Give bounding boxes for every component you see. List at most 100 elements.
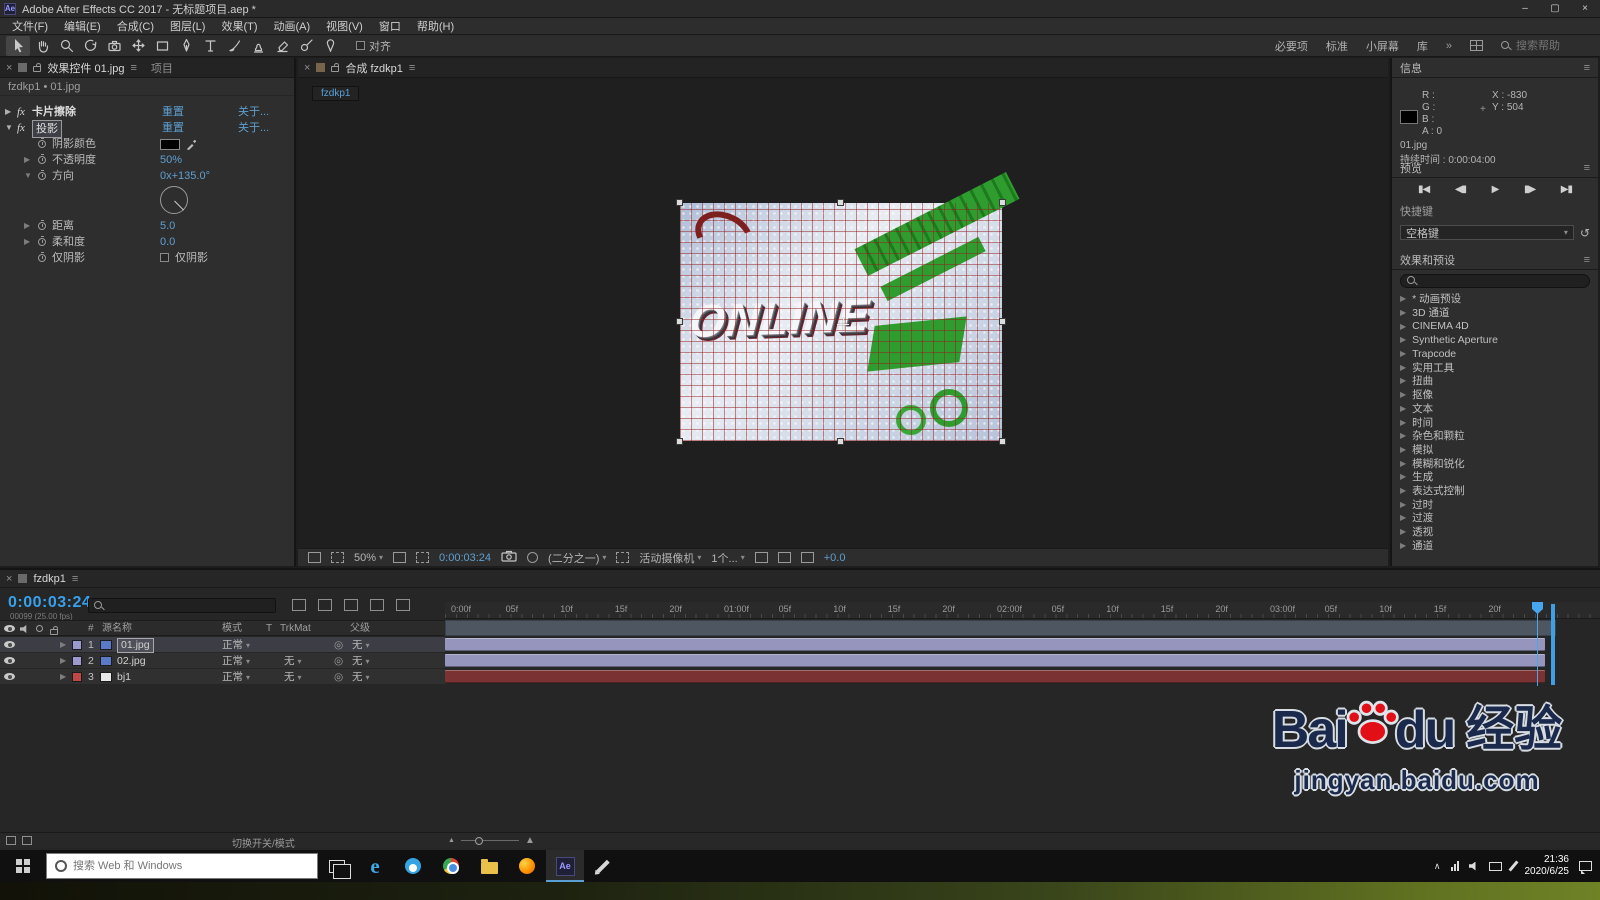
action-center-icon[interactable] — [1579, 861, 1592, 874]
blend-mode-select[interactable]: 正常 ▾ — [222, 653, 250, 670]
layer-expander-icon[interactable]: ▶ — [60, 653, 66, 669]
unified-camera-tool[interactable] — [102, 36, 126, 56]
taskbar-clock[interactable]: 21:36 2020/6/25 — [1525, 854, 1570, 878]
viewer-comp-tab[interactable]: fzdkp1 — [312, 86, 360, 101]
layer-row-bj1[interactable]: ▶ 3 bj1 正常 ▾ 无 ▾ ◎ 无 ▾ — [0, 669, 445, 685]
panel-menu-icon[interactable]: ≡ — [72, 573, 78, 585]
timeline-comp-tab[interactable]: fzdkp1 — [33, 573, 65, 585]
preset-category[interactable]: ▶ Trapcode — [1392, 347, 1598, 361]
layer-duration-bar[interactable] — [445, 638, 1545, 651]
shy-layers-icon[interactable] — [22, 836, 32, 845]
layer-label-chip[interactable] — [72, 672, 82, 682]
visibility-eye-icon[interactable] — [4, 641, 15, 648]
composition-viewer[interactable]: fzdkp1 ONLINE — [298, 78, 1388, 548]
layer-label-chip[interactable] — [72, 656, 82, 666]
preset-category[interactable]: ▶ 通道 — [1392, 538, 1598, 552]
menu-item[interactable]: 视图(V) — [318, 18, 371, 34]
softness-value[interactable]: 0.0 — [160, 234, 175, 250]
active-camera-select[interactable]: 活动摄像机 ▾ — [639, 550, 701, 566]
distance-value[interactable]: 5.0 — [160, 218, 175, 234]
pen-input-icon[interactable] — [1507, 860, 1519, 872]
chrome-app-icon[interactable] — [432, 850, 470, 882]
file-explorer-icon[interactable] — [470, 850, 508, 882]
expander-icon[interactable]: ▶ — [24, 218, 30, 234]
pickwhip-icon[interactable]: ◎ — [334, 653, 343, 669]
panel-close-icon[interactable]: × — [6, 62, 12, 74]
menu-item[interactable]: 编辑(E) — [56, 18, 109, 34]
shortcut-select[interactable]: 空格键 ▾ — [1400, 225, 1574, 240]
stopwatch-icon[interactable] — [38, 220, 46, 230]
pen-tool[interactable] — [174, 36, 198, 56]
pencil-app-icon[interactable] — [584, 850, 622, 882]
blend-mode-select[interactable]: 正常 ▾ — [222, 637, 250, 654]
timeline-button-icon[interactable] — [800, 552, 814, 563]
preset-category[interactable]: ▶ 模拟 — [1392, 443, 1598, 457]
trkmat-select[interactable]: 无 ▾ — [284, 669, 302, 686]
selection-handle[interactable] — [999, 199, 1006, 206]
help-search[interactable] — [1501, 39, 1586, 52]
tray-chevron-icon[interactable]: ∧ — [1434, 861, 1441, 872]
selection-handle[interactable] — [999, 318, 1006, 325]
workspace-overflow-button[interactable]: » — [1446, 40, 1452, 52]
ruler-grid-icon[interactable] — [393, 552, 407, 563]
panel-close-icon[interactable]: × — [304, 62, 310, 74]
hand-tool[interactable] — [30, 36, 54, 56]
view-layout-select[interactable]: 1个... ▾ — [711, 550, 744, 566]
shadow-color-swatch[interactable] — [160, 139, 180, 150]
layer-name[interactable]: bj1 — [117, 669, 131, 685]
expander-icon[interactable]: ▶ — [5, 104, 11, 120]
graph-editor-icon[interactable] — [396, 599, 410, 611]
direction-value[interactable]: 0x+135.0° — [160, 168, 210, 184]
close-button[interactable]: × — [1570, 0, 1600, 17]
stopwatch-icon[interactable] — [38, 170, 46, 180]
exposure-value[interactable]: +0.0 — [824, 552, 846, 564]
preset-category[interactable]: ▶ * 动画预设 — [1392, 292, 1598, 306]
timeline-search[interactable] — [88, 598, 276, 613]
presets-search-input[interactable] — [1422, 275, 1542, 287]
preset-category[interactable]: ▶ 3D 通道 — [1392, 306, 1598, 320]
shape-tool[interactable] — [150, 36, 174, 56]
first-frame-button[interactable]: ▮◀ — [1418, 184, 1430, 195]
fx-badge[interactable]: fx — [17, 120, 25, 136]
composition-flowchart-icon[interactable] — [292, 599, 306, 611]
preset-category[interactable]: ▶ 过时 — [1392, 497, 1598, 511]
clone-stamp-tool[interactable] — [246, 36, 270, 56]
help-search-input[interactable] — [1516, 39, 1586, 52]
task-view-button[interactable] — [318, 850, 356, 882]
snapshot-camera-icon[interactable] — [501, 550, 517, 565]
layer-duration-bar[interactable] — [445, 654, 1545, 667]
direction-dial[interactable] — [0, 184, 294, 218]
current-time-display[interactable]: 0:00:03:24 — [8, 594, 91, 612]
preset-category[interactable]: ▶ 过渡 — [1392, 511, 1598, 525]
visibility-eye-icon[interactable] — [4, 673, 15, 680]
parent-select[interactable]: 无 ▾ — [352, 653, 370, 670]
lock-icon[interactable] — [331, 63, 340, 72]
expand-layers-icon[interactable] — [6, 836, 16, 845]
motion-blur-icon[interactable] — [370, 599, 384, 611]
pickwhip-icon[interactable]: ◎ — [334, 669, 343, 685]
preset-category[interactable]: ▶ 生成 — [1392, 470, 1598, 484]
fast-preview-icon[interactable] — [777, 552, 791, 563]
trkmat-select[interactable]: 无 ▾ — [284, 653, 302, 670]
always-preview-icon[interactable] — [308, 552, 321, 563]
brush-tool[interactable] — [222, 36, 246, 56]
minimize-button[interactable]: – — [1510, 0, 1540, 17]
selection-handle[interactable] — [676, 438, 683, 445]
visibility-eye-icon[interactable] — [4, 657, 15, 664]
menu-item[interactable]: 效果(T) — [213, 18, 265, 34]
comp-timecode[interactable]: 0:00:03:24 — [439, 552, 491, 564]
panel-menu-icon[interactable]: ≡ — [1584, 162, 1590, 174]
reset-shortcut-icon[interactable]: ↺ — [1580, 226, 1590, 240]
layer-label-chip[interactable] — [72, 640, 82, 650]
preset-category[interactable]: ▶ 透视 — [1392, 525, 1598, 539]
lock-icon[interactable] — [33, 63, 42, 72]
prev-frame-button[interactable]: ◀▮ — [1455, 184, 1467, 195]
layer-expander-icon[interactable]: ▶ — [60, 669, 66, 685]
tab-project[interactable]: 项目 — [151, 60, 173, 76]
keyboard-icon[interactable] — [1488, 861, 1502, 871]
parent-select[interactable]: 无 ▾ — [352, 637, 370, 654]
eraser-tool[interactable] — [270, 36, 294, 56]
effect-row-drop-shadow[interactable]: ▼ fx 投影 重置 关于... — [0, 120, 294, 138]
preset-category[interactable]: ▶ 时间 — [1392, 415, 1598, 429]
menu-item[interactable]: 文件(F) — [4, 18, 56, 34]
